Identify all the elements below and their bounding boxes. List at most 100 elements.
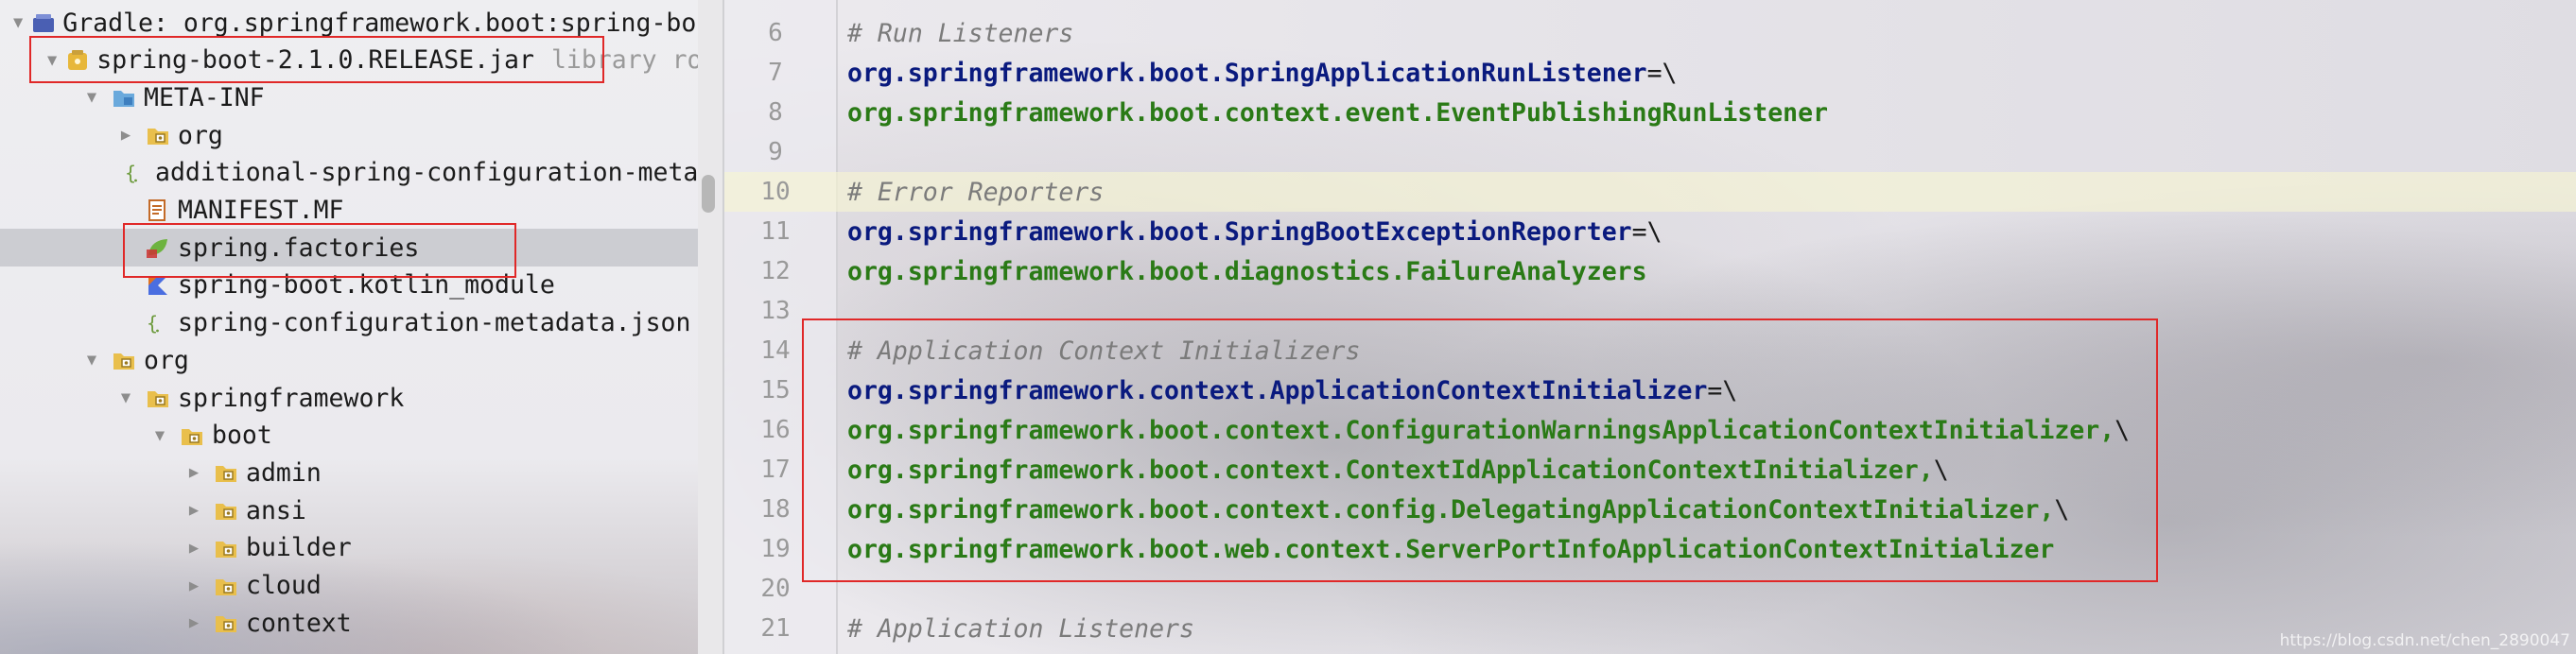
expand-arrow-right-icon[interactable]: ▶ [183, 612, 204, 633]
package-icon [178, 422, 206, 450]
code-line[interactable]: org.springframework.boot.context.config.… [847, 490, 2069, 529]
expand-arrow-down-icon[interactable]: ▼ [115, 387, 136, 408]
tree-item[interactable]: ▶ cloud [0, 567, 698, 605]
tree-item[interactable]: ▼ springframework [0, 379, 698, 417]
tree-item[interactable]: ▶ admin [0, 454, 698, 491]
tree-item-label: builder [246, 533, 352, 563]
folder-config-icon [110, 83, 138, 112]
expand-arrow-right-icon[interactable]: ▶ [183, 462, 204, 483]
code-token-val: org.springframework.boot.context.Context… [847, 455, 1934, 485]
jar-icon [64, 46, 91, 75]
arrow-spacer [115, 275, 136, 296]
line-number: 14 [760, 336, 791, 365]
expand-arrow-down-icon[interactable]: ▼ [13, 12, 23, 33]
code-line[interactable]: org.springframework.boot.context.Configu… [847, 410, 2130, 450]
tree-item-label: cloud [246, 571, 322, 600]
tree-item[interactable]: { } spring-configuration-metadata.json [0, 304, 698, 342]
json-icon: { } [144, 309, 172, 337]
line-number: 7 [768, 59, 783, 87]
code-line[interactable]: # Run Listeners [847, 13, 1073, 53]
tree-item[interactable]: ▶ builder [0, 529, 698, 567]
tree-item[interactable]: ▶ context [0, 604, 698, 642]
library-icon [30, 9, 57, 37]
code-line[interactable]: org.springframework.context.ApplicationC… [847, 370, 1737, 410]
code-line[interactable]: org.springframework.boot.context.Context… [847, 450, 1949, 490]
tree-item[interactable]: ▼ boot [0, 417, 698, 455]
line-number: 9 [768, 138, 783, 166]
code-line[interactable]: org.springframework.boot.SpringBootExcep… [847, 212, 1662, 251]
code-token-comment: # Run Listeners [847, 18, 1074, 48]
svg-text:{ }: { } [125, 162, 149, 184]
watermark: https://blog.csdn.net/chen_2890047 [2279, 631, 2570, 650]
line-number: 15 [760, 376, 791, 404]
code-token-key: org.springframework.boot.SpringBootExcep… [847, 216, 1632, 247]
tree-item-label: spring-boot.kotlin_module [178, 270, 555, 301]
expand-arrow-right-icon[interactable]: ▶ [115, 125, 136, 146]
expand-arrow-right-icon[interactable]: ▶ [183, 500, 204, 521]
line-number: 19 [760, 535, 791, 563]
tree-item[interactable]: ▼ org [0, 341, 698, 379]
code-token-comment: # Application Listeners [847, 613, 1194, 644]
package-icon [212, 572, 240, 600]
tree-item[interactable]: ▼ Gradle: org.springframework.boot:spring… [0, 4, 698, 42]
tree-item[interactable]: ▼ META-INF [0, 78, 698, 116]
expand-arrow-down-icon[interactable]: ▼ [81, 87, 102, 108]
tree-item[interactable]: ▼ spring-boot-2.1.0.RELEASE.jar library ro… [0, 42, 698, 79]
expand-arrow-down-icon[interactable]: ▼ [81, 350, 102, 370]
line-number: 8 [768, 98, 783, 127]
code-line[interactable]: org.springframework.boot.diagnostics.Fai… [847, 251, 1647, 291]
code-token-val: org.springframework.boot.context.config.… [847, 494, 2055, 525]
package-icon [212, 534, 240, 562]
tree-item-label: additional-spring-configuration-metadata… [155, 158, 698, 188]
svg-text:{ }: { } [147, 312, 171, 335]
line-number: 11 [760, 217, 791, 246]
tree-item[interactable]: spring-boot.kotlin_module [0, 267, 698, 304]
tree-item[interactable]: ▶ ansi [0, 491, 698, 529]
code-line[interactable]: # Application Context Initializers [847, 331, 1360, 370]
tree-item-label: MANIFEST.MF [178, 196, 344, 225]
code-token-key: org.springframework.boot.SpringApplicati… [847, 58, 1647, 88]
line-number: 10 [760, 178, 791, 206]
tree-item-label: springframework [178, 383, 405, 413]
tree-item-label: Gradle: org.springframework.boot:spring-… [62, 8, 698, 38]
code-line[interactable]: # Error Reporters [847, 172, 1104, 212]
spring-factories-icon [144, 233, 172, 262]
expand-arrow-down-icon[interactable]: ▼ [47, 50, 57, 71]
project-tree-panel[interactable]: ▼ Gradle: org.springframework.boot:spring… [0, 0, 698, 654]
code-token-op: =\ [1646, 58, 1678, 88]
tree-item[interactable]: spring.factories [0, 229, 698, 267]
package-icon [212, 609, 240, 637]
code-line[interactable]: org.springframework.boot.SpringApplicati… [847, 53, 1678, 93]
tree-item[interactable]: { } additional-spring-configuration-metad… [0, 154, 698, 192]
tree-item-label: spring.factories [178, 232, 420, 263]
tree-item-label: boot [212, 421, 272, 451]
code-token-val: org.springframework.boot.context.event.E… [847, 97, 1829, 128]
line-number: 17 [760, 456, 791, 484]
package-icon [212, 496, 240, 525]
kotlin-icon [144, 271, 172, 300]
line-number: 16 [760, 416, 791, 444]
json-icon: { } [123, 159, 149, 187]
tree-item-label: admin [246, 457, 322, 488]
code-token-op: =\ [1707, 375, 1738, 405]
code-token-comment: # Error Reporters [847, 177, 1105, 207]
code-line[interactable]: # Application Listeners [847, 609, 1194, 648]
code-token-val: org.springframework.boot.web.context.Ser… [847, 534, 2055, 564]
tree-item[interactable]: ▶ org [0, 116, 698, 154]
expand-arrow-down-icon[interactable]: ▼ [149, 425, 170, 446]
code-token-val: org.springframework.boot.context.Configu… [847, 415, 2115, 445]
code-token-op: \ [1933, 455, 1949, 485]
tree-item-label: META-INF [144, 82, 265, 112]
code-editor[interactable]: 6 # Run Listeners 7 org.springframework.boo… [724, 0, 2576, 654]
expand-arrow-right-icon[interactable]: ▶ [183, 576, 204, 596]
tree-item[interactable]: MANIFEST.MF [0, 192, 698, 230]
code-token-op: =\ [1631, 216, 1662, 247]
tree-scrollbar-thumb[interactable] [702, 175, 715, 213]
code-line[interactable]: org.springframework.boot.context.event.E… [847, 93, 1828, 132]
tree-item-label: ansi [246, 495, 306, 525]
line-number: 18 [760, 495, 791, 524]
tree-item-label: org [144, 345, 189, 375]
package-icon [144, 384, 172, 412]
expand-arrow-right-icon[interactable]: ▶ [183, 538, 204, 559]
code-line[interactable]: org.springframework.boot.web.context.Ser… [847, 529, 2054, 569]
